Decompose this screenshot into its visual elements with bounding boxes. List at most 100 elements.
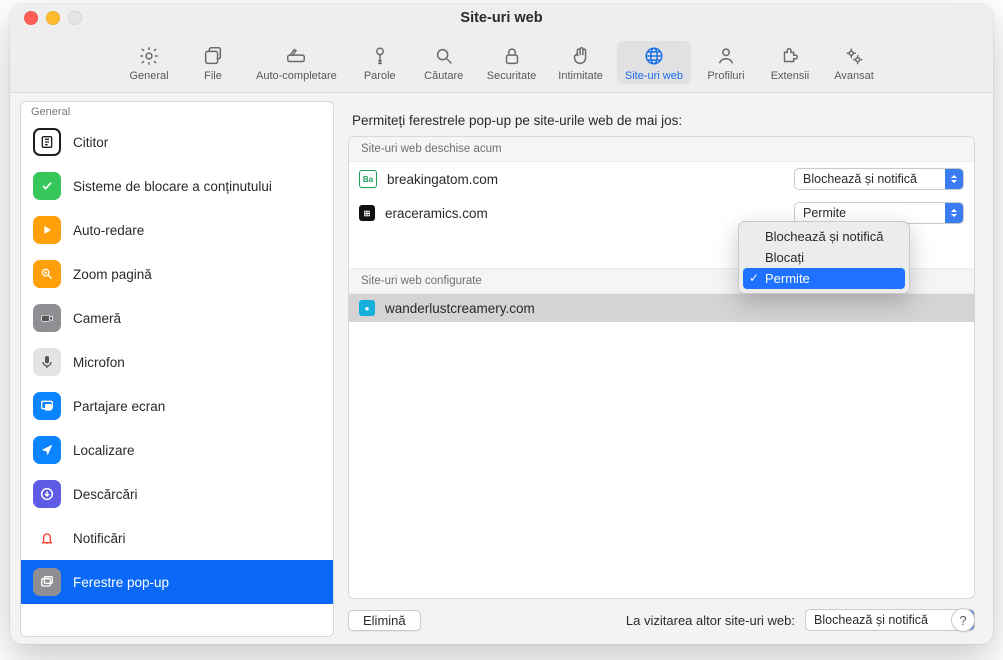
tab-label: Profiluri bbox=[707, 70, 744, 82]
sidebar-item-reader[interactable]: Cititor bbox=[21, 120, 333, 164]
main-panel: Permiteți ferestrele pop-up pe site-uril… bbox=[334, 93, 993, 644]
tab-advanced[interactable]: Avansat bbox=[825, 41, 883, 84]
tabs-icon bbox=[202, 45, 224, 67]
downloads-icon bbox=[33, 480, 61, 508]
titlebar: Site-uri web bbox=[10, 4, 993, 32]
tab-autofill[interactable]: Auto-completare bbox=[248, 41, 345, 84]
chevron-up-down-icon bbox=[945, 169, 963, 189]
sidebar-item-label: Partajare ecran bbox=[73, 399, 165, 414]
other-sites-policy-value: Blochează și notifică bbox=[814, 613, 928, 627]
other-sites-policy-popup[interactable]: Blochează și notifică bbox=[805, 609, 975, 631]
tab-label: Căutare bbox=[424, 70, 463, 82]
sidebar-group-label: General bbox=[21, 102, 333, 120]
sidebar-item-notifications[interactable]: Notificări bbox=[21, 516, 333, 560]
site-policy-popup[interactable]: Blochează și notifică bbox=[794, 168, 964, 190]
tab-security[interactable]: Securitate bbox=[479, 41, 545, 84]
help-button[interactable]: ? bbox=[951, 608, 975, 632]
site-policy-value: Blochează și notifică bbox=[803, 172, 917, 186]
sidebar-item-microphone[interactable]: Microfon bbox=[21, 340, 333, 384]
key-icon bbox=[369, 45, 391, 67]
sidebar: General Cititor Sisteme de blocare a conț… bbox=[20, 101, 334, 637]
autoplay-icon bbox=[33, 216, 61, 244]
tab-tabs[interactable]: File bbox=[184, 41, 242, 84]
tab-label: Parole bbox=[364, 70, 396, 82]
menu-item-block[interactable]: Blocați bbox=[743, 247, 905, 268]
sidebar-item-label: Zoom pagină bbox=[73, 267, 152, 282]
sidebar-item-label: Localizare bbox=[73, 443, 135, 458]
tab-label: File bbox=[204, 70, 222, 82]
popups-icon bbox=[33, 568, 61, 596]
footer: Elimină La vizitarea altor site-uri web:… bbox=[348, 609, 975, 631]
sidebar-item-label: Auto-redare bbox=[73, 223, 144, 238]
pencil-field-icon bbox=[285, 45, 307, 67]
tab-label: Site-uri web bbox=[625, 70, 683, 82]
sidebar-item-label: Cititor bbox=[73, 135, 108, 150]
page-zoom-icon bbox=[33, 260, 61, 288]
menu-item-block-notify[interactable]: Blochează și notifică bbox=[743, 226, 905, 247]
sidebar-item-location[interactable]: Localizare bbox=[21, 428, 333, 472]
reader-icon bbox=[33, 128, 61, 156]
sidebar-item-page-zoom[interactable]: Zoom pagină bbox=[21, 252, 333, 296]
sidebar-item-screen-sharing[interactable]: Partajare ecran bbox=[21, 384, 333, 428]
sidebar-item-label: Microfon bbox=[73, 355, 125, 370]
sidebar-item-label: Sisteme de blocare a conținutului bbox=[73, 179, 272, 194]
gear-icon bbox=[138, 45, 160, 67]
remove-button[interactable]: Elimină bbox=[348, 610, 421, 631]
websites-table: Site-uri web deschise acum Ba breakingato… bbox=[348, 136, 975, 599]
microphone-icon bbox=[33, 348, 61, 376]
site-row[interactable]: Ba breakingatom.com Blochează și notifică bbox=[349, 162, 974, 196]
person-icon bbox=[715, 45, 737, 67]
panel-heading: Permiteți ferestrele pop-up pe site-uril… bbox=[352, 113, 971, 128]
sidebar-list[interactable]: Cititor Sisteme de blocare a conținutului… bbox=[21, 120, 333, 628]
sidebar-item-autoplay[interactable]: Auto-redare bbox=[21, 208, 333, 252]
tab-label: Intimitate bbox=[558, 70, 603, 82]
site-domain: wanderlustcreamery.com bbox=[385, 301, 964, 316]
gears-icon bbox=[843, 45, 865, 67]
tab-general[interactable]: General bbox=[120, 41, 178, 84]
preferences-toolbar: General File Auto-completare Parole Căut… bbox=[10, 32, 993, 93]
sidebar-item-label: Descărcări bbox=[73, 487, 138, 502]
screen-sharing-icon bbox=[33, 392, 61, 420]
section-open-header: Site-uri web deschise acum bbox=[349, 137, 974, 162]
sidebar-item-label: Cameră bbox=[73, 311, 121, 326]
sidebar-item-downloads[interactable]: Descărcări bbox=[21, 472, 333, 516]
tab-privacy[interactable]: Intimitate bbox=[550, 41, 611, 84]
policy-dropdown-menu: Blochează și notifică Blocați Permite bbox=[738, 221, 910, 294]
sidebar-item-label: Notificări bbox=[73, 531, 126, 546]
tab-search[interactable]: Căutare bbox=[415, 41, 473, 84]
chevron-up-down-icon bbox=[945, 203, 963, 223]
favicon-icon: ⊞ bbox=[359, 205, 375, 221]
tab-label: General bbox=[129, 70, 168, 82]
tab-websites[interactable]: Site-uri web bbox=[617, 41, 691, 84]
tab-profiles[interactable]: Profiluri bbox=[697, 41, 755, 84]
tab-label: Extensii bbox=[771, 70, 810, 82]
notifications-icon bbox=[33, 524, 61, 552]
search-icon bbox=[433, 45, 455, 67]
site-domain: eraceramics.com bbox=[385, 206, 784, 221]
menu-item-allow[interactable]: Permite bbox=[743, 268, 905, 289]
site-row[interactable]: ●wanderlustcreamery.com bbox=[349, 294, 974, 322]
sidebar-item-camera[interactable]: Cameră bbox=[21, 296, 333, 340]
site-domain: breakingatom.com bbox=[387, 172, 784, 187]
tab-label: Securitate bbox=[487, 70, 537, 82]
sidebar-item-label: Ferestre pop-up bbox=[73, 575, 169, 590]
site-policy-value: Permite bbox=[803, 206, 846, 220]
preferences-window: Site-uri web General File Auto-completar… bbox=[10, 4, 993, 644]
content-blockers-icon bbox=[33, 172, 61, 200]
puzzle-icon bbox=[779, 45, 801, 67]
tab-label: Auto-completare bbox=[256, 70, 337, 82]
body: General Cititor Sisteme de blocare a conț… bbox=[10, 93, 993, 644]
hand-icon bbox=[570, 45, 592, 67]
favicon-icon: Ba bbox=[359, 170, 377, 188]
sidebar-item-popups[interactable]: Ferestre pop-up bbox=[21, 560, 333, 604]
other-sites-label: La vizitarea altor site-uri web: bbox=[626, 613, 795, 628]
sidebar-item-content-blockers[interactable]: Sisteme de blocare a conținutului bbox=[21, 164, 333, 208]
globe-icon bbox=[643, 45, 665, 67]
camera-icon bbox=[33, 304, 61, 332]
location-icon bbox=[33, 436, 61, 464]
lock-icon bbox=[501, 45, 523, 67]
tab-extensions[interactable]: Extensii bbox=[761, 41, 819, 84]
tab-label: Avansat bbox=[834, 70, 874, 82]
window-title: Site-uri web bbox=[10, 10, 993, 26]
tab-passwords[interactable]: Parole bbox=[351, 41, 409, 84]
